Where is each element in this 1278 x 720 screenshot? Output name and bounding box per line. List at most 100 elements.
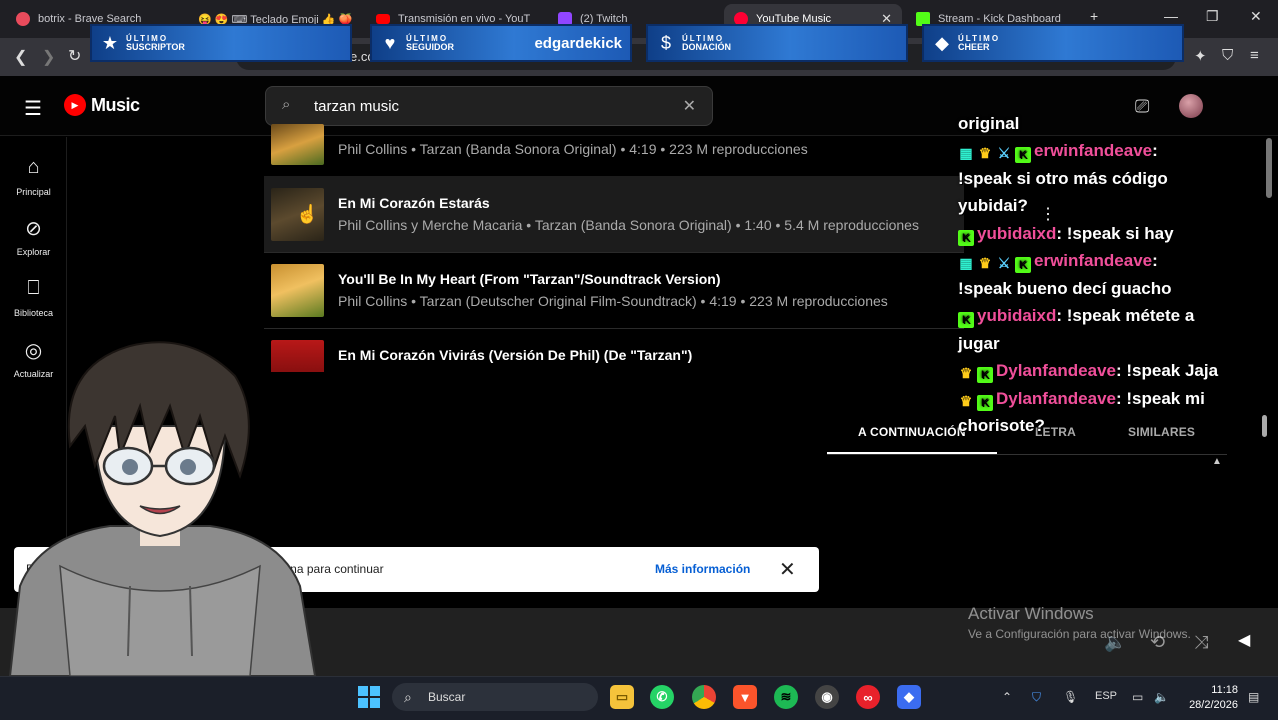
song-row[interactable]: En Mi Corazón Vivirás (Versión De Phil) … [264, 328, 964, 372]
tab-up-next[interactable]: A CONTINUACIÓN [858, 425, 966, 439]
chat-text: original [958, 114, 1020, 133]
kick-badge-icon: K [977, 367, 993, 383]
network-icon[interactable]: ▭ [1132, 690, 1143, 704]
alert-last-cheer: ◆ ÚLTIMO CHEER [922, 24, 1184, 62]
kick-badge-icon: K [1015, 147, 1031, 163]
windows-taskbar [0, 676, 1278, 720]
expand-player-icon[interactable]: ◀ [1238, 630, 1250, 650]
chat-line: Kyubidaixd: !speak si hay [958, 224, 1174, 246]
sparkle-icon[interactable]: ✦ [1194, 47, 1207, 65]
crown-badge-icon: ♛ [959, 365, 973, 381]
ytm-logo[interactable]: ▶ Music [64, 94, 140, 116]
chat-line: original [958, 114, 1019, 134]
heart-icon: ♥ [384, 32, 396, 53]
menu-icon[interactable]: ≡ [1250, 47, 1259, 64]
alert-bottom-label: DONACIÓN [682, 42, 731, 52]
chat-line: Kyubidaixd: !speak métete a [958, 306, 1194, 328]
chat-text: : !speak métete a [1056, 306, 1195, 325]
chat-line: ♛ K Dylanfandeave: !speak mi [958, 389, 1205, 411]
security-icon[interactable]: ⛉ [1032, 690, 1041, 705]
alert-last-donation: $ ÚLTIMO DONACIÓN [646, 24, 908, 62]
microphone-icon[interactable]: 🎙 [1063, 690, 1078, 704]
song-title[interactable]: En Mi Corazón Estarás [338, 195, 490, 211]
chat-username: erwinfandeave [1034, 251, 1153, 270]
chat-text: : !speak Jaja [1116, 361, 1219, 380]
gift-badge-icon: ▦ [959, 145, 973, 161]
hamburger-menu-icon[interactable]: ☰ [24, 96, 42, 121]
chat-line: jugar [958, 334, 1000, 354]
song-row[interactable]: ☝ En Mi Corazón Estarás Phil Collins y M… [264, 176, 964, 252]
chat-line: ♛ K Dylanfandeave: !speak Jaja [958, 361, 1218, 383]
chat-line: ▦ ♛ ⚔ Kerwinfandeave: [958, 251, 1158, 273]
file-explorer-icon[interactable]: ▭ [610, 685, 634, 709]
chat-line: chorisote? [958, 416, 1045, 436]
more-info-link[interactable]: Más información [655, 562, 750, 576]
kick-badge-icon: K [958, 230, 974, 246]
sidebar-item-label: Explorar [16, 247, 51, 257]
dollar-icon: $ [660, 32, 671, 53]
clock-date: 28/2/2026 [1189, 699, 1238, 711]
roblox-icon[interactable]: ◆ [897, 685, 921, 709]
chat-text: : [1152, 251, 1158, 270]
reload-icon[interactable]: ↻ [68, 46, 81, 66]
windows-start-icon[interactable] [358, 686, 380, 708]
song-meta: Phil Collins y Merche Macaria • Tarzan (… [338, 217, 919, 233]
chat-line: !speak bueno decí guacho [958, 279, 1172, 299]
chat-text: : [1152, 141, 1158, 160]
obs-icon[interactable]: ◉ [815, 685, 839, 709]
app-icon[interactable]: ∞ [856, 685, 880, 709]
maximize-icon[interactable]: ❐ [1206, 8, 1219, 25]
youtube-favicon-icon [376, 14, 390, 24]
song-title[interactable]: En Mi Corazón Vivirás (Versión De Phil) … [338, 347, 692, 363]
show-hidden-icons[interactable]: ⌃ [1002, 690, 1012, 704]
song-meta: Phil Collins • Tarzan (Banda Sonora Orig… [338, 141, 808, 157]
new-tab-button[interactable]: + [1090, 8, 1098, 24]
minimize-icon[interactable]: — [1164, 8, 1178, 24]
chat-line: ▦ ♛ ⚔ Kerwinfandeave: [958, 141, 1158, 163]
close-window-icon[interactable]: ✕ [1250, 8, 1262, 25]
home-icon: ⌂ [27, 156, 40, 178]
song-thumbnail [271, 264, 324, 317]
chat-text: jugar [958, 334, 1000, 353]
clock-time: 11:18 [1211, 684, 1238, 696]
alert-username: edgardekick [534, 34, 622, 52]
shield-icon[interactable]: ⛉ [1222, 47, 1233, 64]
sidebar-item-explore[interactable]: ⊘ Explorar [0, 216, 67, 260]
system-clock[interactable]: 11:18 28/2/2026 [1180, 683, 1238, 713]
collapse-icon[interactable]: ▲ [1212, 456, 1222, 467]
language-indicator[interactable]: ESP [1095, 690, 1117, 702]
kick-badge-icon: K [1015, 257, 1031, 273]
back-icon[interactable]: ❮ [14, 47, 27, 67]
brave-icon[interactable]: ▼ [733, 685, 757, 709]
scrollbar[interactable] [1266, 138, 1272, 198]
taskbar-search[interactable]: ⌕ Buscar [392, 683, 598, 711]
song-row[interactable]: Phil Collins • Tarzan (Banda Sonora Orig… [264, 100, 964, 176]
cast-icon[interactable]: ⎚ [1135, 96, 1149, 117]
spotify-icon[interactable]: ≋ [774, 685, 798, 709]
speaker-icon[interactable]: 🔈 [1154, 690, 1169, 704]
kick-badge-icon: K [977, 395, 993, 411]
chat-text: !speak bueno decí guacho [958, 279, 1172, 298]
avatar[interactable] [1179, 94, 1203, 118]
whatsapp-icon[interactable]: ✆ [650, 685, 674, 709]
bookmark-icon: ⎕ [27, 277, 40, 299]
notifications-icon[interactable]: ▤ [1248, 690, 1259, 704]
chat-text: : !speak mi [1116, 389, 1205, 408]
chat-text: !speak si otro más código [958, 169, 1168, 188]
sidebar-item-library[interactable]: ⎕ Biblioteca [0, 277, 67, 321]
chat-text: : !speak si hay [1056, 224, 1174, 243]
scrollbar[interactable] [1262, 415, 1267, 437]
more-options-icon[interactable]: ⋮ [1040, 204, 1056, 224]
song-row[interactable]: You'll Be In My Heart (From "Tarzan"/Sou… [264, 252, 964, 328]
forward-icon[interactable]: ❯ [42, 47, 55, 67]
chat-line: yubidai? [958, 196, 1028, 216]
alert-last-follower: ♥ ÚLTIMO SEGUIDOR edgardekick [370, 24, 632, 62]
sidebar-item-home[interactable]: ⌂ Principal [0, 156, 67, 200]
song-title[interactable]: You'll Be In My Heart (From "Tarzan"/Sou… [338, 271, 720, 287]
crown-badge-icon: ♛ [959, 393, 973, 409]
shuffle-icon[interactable]: ⤨ [1194, 632, 1208, 653]
tab-related[interactable]: SIMILARES [1128, 425, 1195, 439]
pointer-cursor-icon: ☝ [296, 204, 319, 224]
chrome-icon[interactable] [692, 685, 716, 709]
close-icon[interactable]: ✕ [779, 557, 796, 582]
